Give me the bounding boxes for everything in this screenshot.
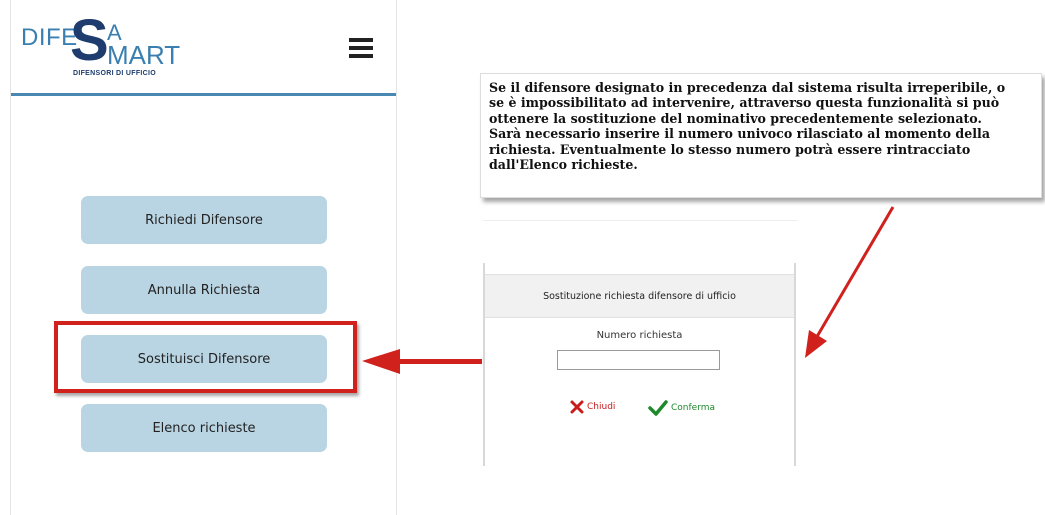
- hamburger-bar: [349, 46, 373, 50]
- chiudi-button[interactable]: Chiudi: [570, 400, 615, 414]
- note-line: se è impossibilitato ad intervenire, att…: [489, 95, 1000, 111]
- dialog-title: Sostituzione richiesta difensore di uffi…: [485, 274, 794, 318]
- hamburger-bar: [349, 54, 373, 58]
- chiudi-label: Chiudi: [587, 402, 616, 412]
- explanation-note: Se il difensore designato in precedenza …: [480, 73, 1042, 198]
- note-line: Sarà necessario inserire il numero univo…: [489, 126, 990, 142]
- logo: DIFE S A MART DIFENSORI DI UFFICIO: [11, 12, 201, 88]
- conferma-button[interactable]: Conferma: [648, 400, 715, 416]
- checkmark-icon: [648, 400, 668, 416]
- numero-richiesta-input[interactable]: [557, 350, 720, 370]
- separator: [483, 220, 798, 221]
- hamburger-menu-icon[interactable]: [349, 38, 373, 58]
- note-line: ottenere la sostituzione del nominativo …: [489, 110, 982, 126]
- richiedi-difensore-button[interactable]: Richiedi Difensore: [81, 196, 327, 244]
- diagonal-arrow: [805, 206, 895, 358]
- note-line: richiesta. Eventualmente lo stesso numer…: [489, 141, 971, 157]
- header-divider: [11, 93, 396, 96]
- annulla-richiesta-button[interactable]: Annulla Richiesta: [81, 266, 327, 314]
- note-line: dall'Elenco richieste.: [489, 157, 638, 173]
- numero-richiesta-label: Numero richiesta: [596, 330, 683, 341]
- hamburger-bar: [349, 38, 373, 42]
- elenco-richieste-button[interactable]: Elenco richieste: [81, 404, 327, 452]
- close-x-icon: [570, 400, 584, 414]
- logo-s-letter: S: [70, 8, 109, 73]
- app-panel: DIFE S A MART DIFENSORI DI UFFICIO Richi…: [10, 0, 397, 515]
- logo-subtitle: DIFENSORI DI UFFICIO: [73, 70, 156, 77]
- note-line: Se il difensore designato in precedenza …: [489, 80, 1006, 95]
- sostituzione-dialog: Sostituzione richiesta difensore di uffi…: [483, 263, 796, 466]
- highlight-box: [54, 321, 357, 393]
- conferma-label: Conferma: [671, 403, 716, 413]
- logo-mart-text: MART: [107, 40, 181, 70]
